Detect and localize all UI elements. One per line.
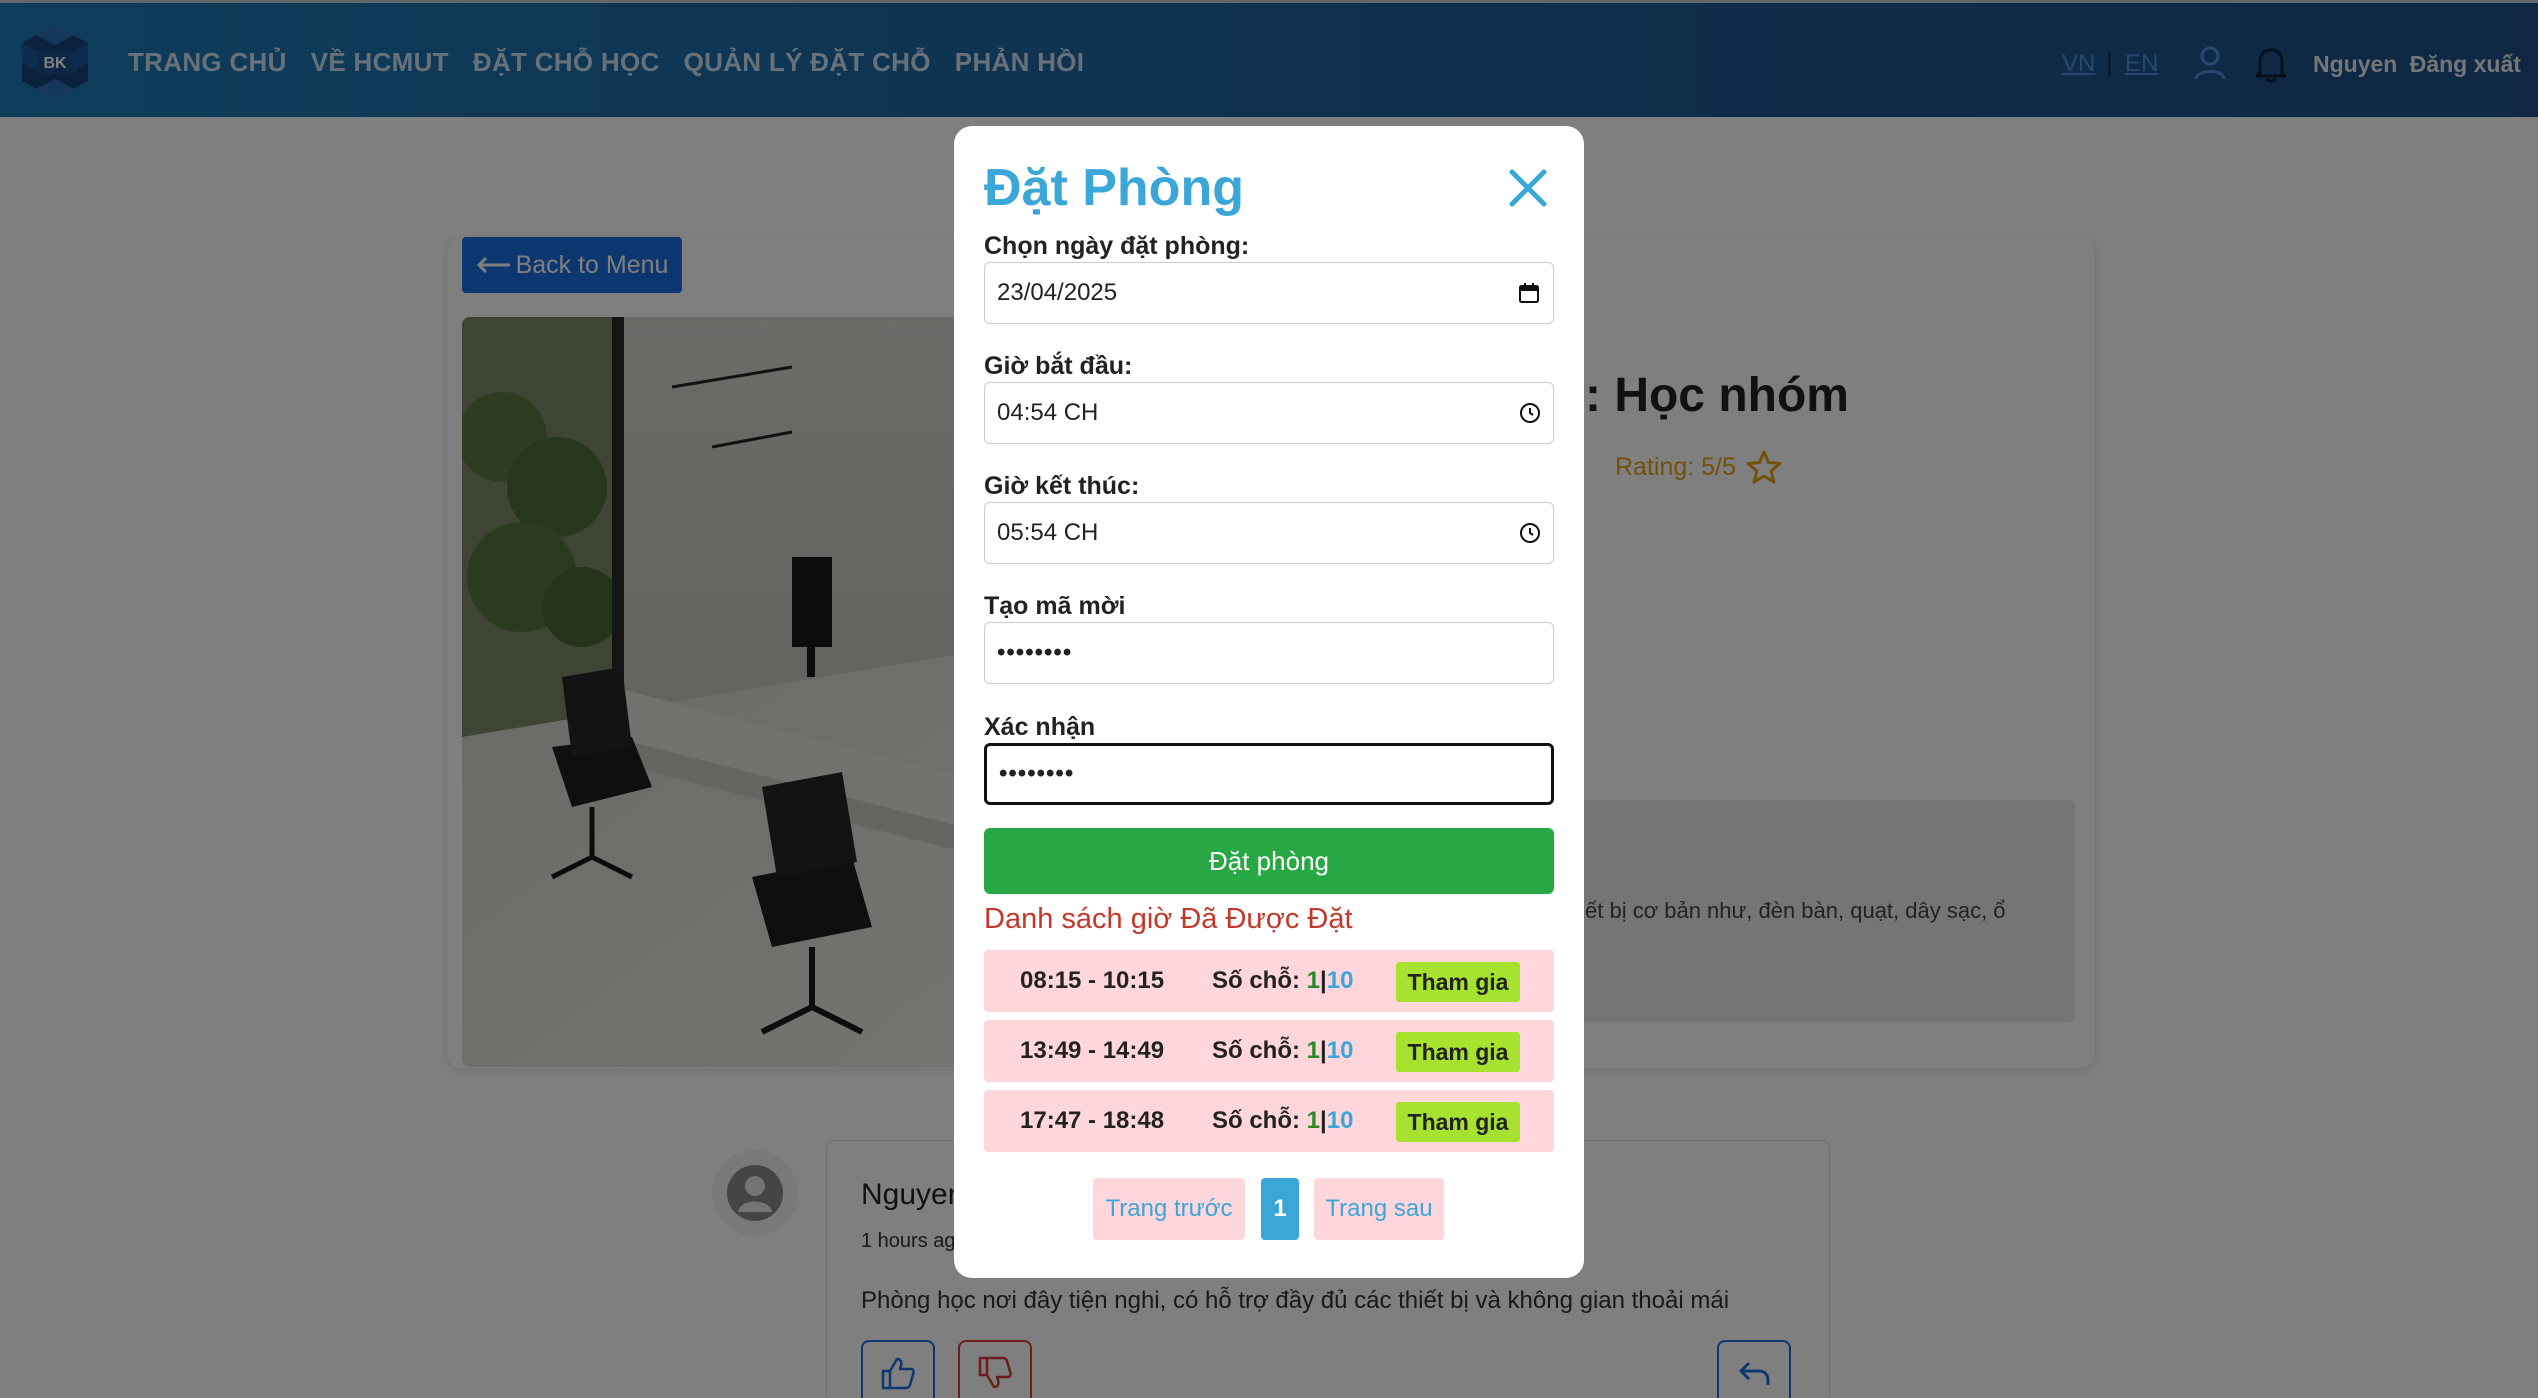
end-time-input[interactable]: 05:54 CH bbox=[984, 502, 1554, 564]
list-item: 17:47 - 18:48 Số chỗ: 1|10 Tham gia bbox=[984, 1090, 1554, 1152]
invite-code-value: •••••••• bbox=[997, 639, 1073, 666]
slot-time: 17:47 - 18:48 bbox=[1020, 1107, 1165, 1134]
start-time-value: 04:54 CH bbox=[997, 399, 1099, 426]
end-time-value: 05:54 CH bbox=[997, 519, 1099, 546]
join-button[interactable]: Tham gia bbox=[1396, 1032, 1520, 1072]
invite-code-input[interactable]: •••••••• bbox=[984, 622, 1554, 684]
slot-seats: Số chỗ: 1|10 bbox=[1212, 1037, 1354, 1064]
booked-slots-title: Danh sách giờ Đã Được Đặt bbox=[984, 903, 1353, 935]
clock-icon[interactable] bbox=[1519, 522, 1541, 544]
confirm-code-input[interactable]: •••••••• bbox=[984, 743, 1554, 805]
booking-modal: Đặt Phòng Chọn ngày đặt phòng: 23/04/202… bbox=[954, 126, 1584, 1278]
join-button[interactable]: Tham gia bbox=[1396, 962, 1520, 1002]
close-icon[interactable] bbox=[1502, 162, 1554, 214]
slot-time: 08:15 - 10:15 bbox=[1020, 967, 1165, 994]
list-item: 08:15 - 10:15 Số chỗ: 1|10 Tham gia bbox=[984, 950, 1554, 1012]
prev-page-button[interactable]: Trang trước bbox=[1093, 1178, 1245, 1240]
list-item: 13:49 - 14:49 Số chỗ: 1|10 Tham gia bbox=[984, 1020, 1554, 1082]
calendar-icon[interactable] bbox=[1517, 281, 1541, 305]
invite-code-label: Tạo mã mời bbox=[984, 592, 1126, 620]
date-label: Chọn ngày đặt phòng: bbox=[984, 232, 1250, 260]
date-input[interactable]: 23/04/2025 bbox=[984, 262, 1554, 324]
start-time-label: Giờ bắt đầu: bbox=[984, 352, 1133, 380]
end-time-label: Giờ kết thúc: bbox=[984, 472, 1140, 500]
date-value: 23/04/2025 bbox=[997, 279, 1118, 306]
start-time-input[interactable]: 04:54 CH bbox=[984, 382, 1554, 444]
next-page-button[interactable]: Trang sau bbox=[1314, 1178, 1444, 1240]
confirm-code-value: •••••••• bbox=[999, 760, 1075, 787]
confirm-code-label: Xác nhận bbox=[984, 713, 1096, 741]
slot-seats: Số chỗ: 1|10 bbox=[1212, 1107, 1354, 1134]
join-button[interactable]: Tham gia bbox=[1396, 1102, 1520, 1142]
current-page[interactable]: 1 bbox=[1261, 1178, 1299, 1240]
modal-title: Đặt Phòng bbox=[984, 159, 1244, 217]
slot-seats: Số chỗ: 1|10 bbox=[1212, 967, 1354, 994]
clock-icon[interactable] bbox=[1519, 402, 1541, 424]
slot-time: 13:49 - 14:49 bbox=[1020, 1037, 1165, 1064]
book-room-button[interactable]: Đặt phòng bbox=[984, 828, 1554, 894]
